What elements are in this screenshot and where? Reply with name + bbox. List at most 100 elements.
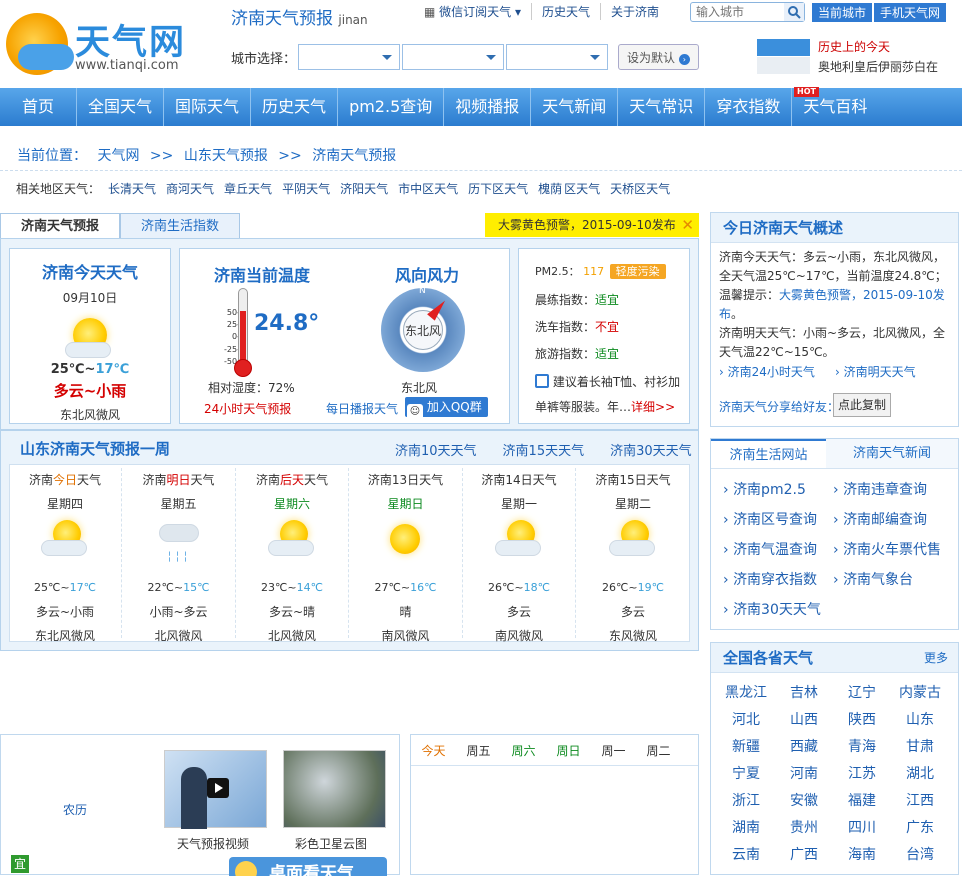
related-link[interactable]: 天桥区天气 [610,180,670,197]
desktop-weather-banner[interactable]: 桌面看天气 [229,857,387,876]
satellite-thumbnail[interactable] [283,750,386,828]
breadcrumb-item[interactable]: 天气网 [97,148,139,164]
history-weather-link[interactable]: 历史天气 [531,3,600,20]
province-link[interactable]: 江苏 [833,763,891,782]
week-day-column[interactable]: 济南后天天气 星期六 23℃~14℃ 多云~晴 北风微风 [236,468,349,643]
province-link[interactable]: 浙江 [717,790,775,809]
province-link[interactable]: 广东 [891,817,949,836]
province-link[interactable]: 陕西 [833,709,891,728]
province-link[interactable]: 安徽 [775,790,833,809]
life-link[interactable]: › 济南气温查询 [723,539,833,561]
tab-day[interactable]: 周二 [636,742,681,759]
tab-day[interactable]: 周五 [456,742,501,759]
life-link[interactable]: › 济南pm2.5 [723,479,833,501]
about-jinan-link[interactable]: 关于济南 [600,3,669,20]
video-thumbnail[interactable] [164,750,267,829]
tab-weather-news[interactable]: 济南天气新闻 [826,439,958,468]
nav-pm25[interactable]: pm2.5查询 [338,88,445,126]
nav-video[interactable]: 视频播报 [444,88,532,126]
province-link[interactable]: 河南 [775,763,833,782]
province-link[interactable]: 河北 [717,709,775,728]
province-link[interactable]: 贵州 [775,817,833,836]
breadcrumb-item[interactable]: 山东天气预报 [184,148,268,164]
province-link[interactable]: 青海 [833,736,891,755]
tomorrow-link[interactable]: › 济南明天天气 [835,363,916,380]
province-link[interactable]: 山西 [775,709,833,728]
tab-life-index[interactable]: 济南生活指数 [120,213,241,239]
related-link[interactable]: 章丘天气 [224,180,272,197]
related-link[interactable]: 槐荫 [538,180,562,197]
province-link[interactable]: 湖南 [717,817,775,836]
daily-broadcast-link[interactable]: 每日播报天气 [326,400,398,417]
tab-forecast[interactable]: 济南天气预报 [0,213,121,239]
week-day-column[interactable]: 济南14日天气 星期一 26℃~18℃ 多云 南风微风 [463,468,576,643]
search-icon[interactable] [784,3,804,21]
city-select[interactable] [402,44,505,70]
tab-day[interactable]: 周日 [546,742,591,759]
province-link[interactable]: 广西 [775,844,833,863]
related-link[interactable]: 济阳天气 [340,180,388,197]
province-select[interactable] [298,44,401,70]
related-link[interactable]: 区天气 [564,180,600,197]
tab-day[interactable]: 周六 [501,742,546,759]
nav-national[interactable]: 全国天气 [77,88,165,126]
related-link[interactable]: 商河天气 [166,180,214,197]
province-link[interactable]: 甘肃 [891,736,949,755]
fog-warning-banner[interactable]: 大雾黄色预警，2015-09-10发布 ✕ [485,213,699,237]
province-link[interactable]: 山东 [891,709,949,728]
set-default-button[interactable]: 设为默认 › [618,44,699,70]
related-link[interactable]: 市中区天气 [398,180,458,197]
tab-day[interactable]: 今天 [411,742,456,759]
detail-link[interactable]: 详细>> [631,400,675,414]
province-link[interactable]: 福建 [833,790,891,809]
24h-link[interactable]: › 济南24小时天气 [719,363,815,380]
life-link[interactable]: › 济南邮编查询 [833,509,962,531]
related-link[interactable]: 历下区天气 [468,180,528,197]
life-link[interactable]: › 济南火车票代售 [833,539,962,561]
nav-home[interactable]: 首页 [0,88,78,126]
province-link[interactable]: 吉林 [775,682,833,701]
district-select[interactable] [506,44,609,70]
related-link[interactable]: 长清天气 [108,180,156,197]
copy-button[interactable]: 点此复制 [833,393,892,417]
current-city-button[interactable]: 当前城市 [812,3,873,22]
city-search-input[interactable] [691,3,779,21]
close-icon[interactable]: ✕ [681,213,694,237]
province-link[interactable]: 宁夏 [717,763,775,782]
mobile-weather-button[interactable]: 手机天气网 [874,3,947,22]
province-link[interactable]: 湖北 [891,763,949,782]
related-link[interactable]: 平阴天气 [282,180,330,197]
more-link[interactable]: 更多 [924,643,948,673]
15day-link[interactable]: 济南15天天气 [503,440,585,459]
province-link[interactable]: 台湾 [891,844,949,863]
10day-link[interactable]: 济南10天天气 [395,440,477,459]
nav-news[interactable]: 天气新闻 [531,88,619,126]
week-day-column[interactable]: 济南15日天气 星期二 26℃~19℃ 多云 东风微风 [577,468,690,648]
life-link[interactable]: › 济南30天天气 [723,599,833,621]
life-link[interactable]: › 济南违章查询 [833,479,962,501]
province-link[interactable]: 海南 [833,844,891,863]
province-link[interactable]: 江西 [891,790,949,809]
video-label[interactable]: 天气预报视频 [177,835,249,852]
life-link[interactable]: › 济南气象台 [833,569,962,591]
province-link[interactable]: 新疆 [717,736,775,755]
tab-life-sites[interactable]: 济南生活网站 [711,439,827,468]
nav-international[interactable]: 国际天气 [164,88,252,126]
nav-clothing[interactable]: 穿衣指数 [705,88,793,126]
30day-link[interactable]: 济南30天天气 [610,440,692,459]
week-day-column[interactable]: 济南13日天气 星期日 27℃~16℃ 晴 南风微风 [350,468,463,643]
satellite-label[interactable]: 彩色卫星云图 [295,835,367,852]
week-day-column[interactable]: 济南明日天气 星期五 ╎╎╎ 22℃~15℃ 小雨~多云 北风微风 [123,468,236,643]
province-link[interactable]: 黑龙江 [717,682,775,701]
24h-forecast-link[interactable]: 24小时天气预报 [204,400,291,417]
province-link[interactable]: 内蒙古 [891,682,949,701]
join-qq-button[interactable]: ☺ 加入QQ群 [405,397,488,420]
life-link[interactable]: › 济南穿衣指数 [723,569,833,591]
wechat-subscribe-link[interactable]: ▦ 微信订阅天气 ▾ [424,3,531,20]
province-link[interactable]: 西藏 [775,736,833,755]
breadcrumb-item[interactable]: 济南天气预报 [312,148,396,164]
province-link[interactable]: 辽宁 [833,682,891,701]
province-link[interactable]: 四川 [833,817,891,836]
week-day-column[interactable]: 济南今日天气 星期四 25℃~17℃ 多云~小雨 东北风微风 [9,468,122,643]
nav-knowledge[interactable]: 天气常识 [618,88,706,126]
